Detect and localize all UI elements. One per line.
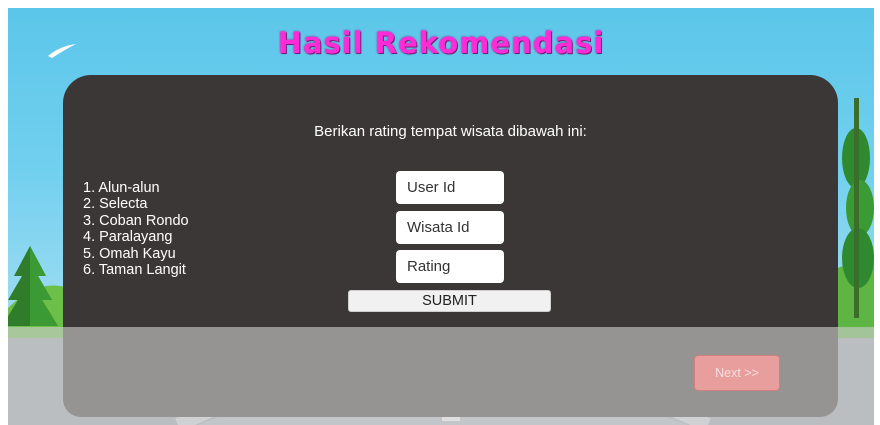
place-item: 6. Taman Langit	[83, 262, 186, 279]
place-item: 4. Paralayang	[83, 229, 173, 246]
submit-button[interactable]: SUBMIT	[348, 290, 551, 312]
wisata-id-field[interactable]: Wisata Id	[396, 211, 504, 244]
place-item: 2. Selecta	[83, 196, 148, 213]
rating-instruction: Berikan rating tempat wisata dibawah ini…	[314, 123, 587, 140]
place-item: 5. Omah Kayu	[83, 245, 176, 262]
place-item: 3. Coban Rondo	[83, 212, 189, 229]
next-button[interactable]: Next >>	[694, 355, 780, 391]
page-title: Hasil Rekomendasi	[277, 26, 605, 60]
places-list: 1. Alun-alun 2. Selecta 3. Coban Rondo 4…	[83, 180, 189, 278]
place-item: 1. Alun-alun	[83, 180, 160, 196]
user-id-field[interactable]: User Id	[396, 171, 504, 204]
game-scene: Hasil Rekomendasi Berikan rating tempat …	[8, 8, 874, 425]
rating-field[interactable]: Rating	[396, 250, 504, 283]
